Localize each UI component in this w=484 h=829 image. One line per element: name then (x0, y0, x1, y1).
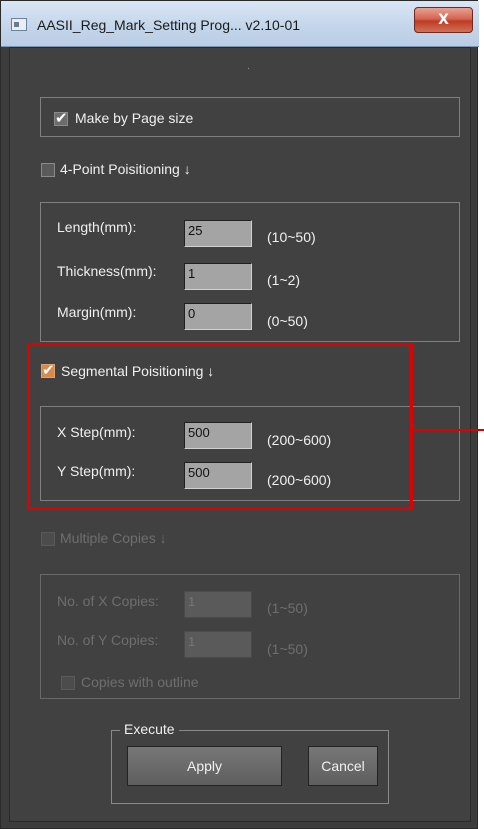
window-title: AASII_Reg_Mark_Setting Prog... v2.10-01 (37, 17, 301, 33)
execute-legend: Execute (120, 721, 179, 737)
length-input[interactable]: 25 (184, 220, 252, 247)
y-copies-range: (1~50) (267, 641, 308, 657)
x-copies-range: (1~50) (267, 600, 308, 616)
thickness-input[interactable]: 1 (184, 263, 252, 290)
callout-line (413, 429, 484, 431)
y-copies-input[interactable]: 1 (184, 631, 252, 658)
four-point-group: Length(mm): 25 (10~50) Thickness(mm): 1 … (40, 202, 460, 342)
cancel-button[interactable]: Cancel (308, 746, 378, 786)
copies-outline-checkbox[interactable] (61, 676, 75, 690)
multiple-copies-checkbox[interactable] (41, 532, 55, 546)
thickness-label: Thickness(mm): (57, 263, 157, 279)
highlight-box (27, 343, 413, 510)
four-point-checkbox[interactable] (41, 163, 55, 177)
margin-input[interactable]: 0 (184, 303, 252, 330)
make-by-page-label: Make by Page size (75, 110, 194, 126)
title-bar[interactable]: AASII_Reg_Mark_Setting Prog... v2.10-01 … (1, 1, 479, 47)
margin-label: Margin(mm): (57, 304, 137, 320)
thickness-range: (1~2) (267, 272, 301, 288)
length-label: Length(mm): (57, 219, 137, 235)
dot-marker: . (247, 60, 251, 72)
make-by-page-group: Make by Page size (40, 97, 460, 137)
y-copies-label: No. of Y Copies: (57, 632, 159, 648)
copies-outline-label: Copies with outline (81, 674, 199, 690)
four-point-label: 4-Point Poisitioning ↓ (60, 161, 191, 177)
make-by-page-checkbox[interactable] (54, 109, 68, 127)
x-copies-label: No. of X Copies: (57, 593, 159, 609)
length-range: (10~50) (267, 229, 316, 245)
close-button[interactable]: X (414, 7, 473, 33)
apply-button[interactable]: Apply (127, 746, 282, 786)
app-icon (11, 18, 27, 31)
execute-group: Execute Apply Cancel (111, 721, 389, 804)
x-copies-input[interactable]: 1 (184, 591, 252, 618)
app-window: AASII_Reg_Mark_Setting Prog... v2.10-01 … (0, 0, 484, 829)
multiple-copies-label: Multiple Copies ↓ (60, 530, 167, 546)
margin-range: (0~50) (267, 313, 308, 329)
multiple-copies-group: No. of X Copies: 1 (1~50) No. of Y Copie… (40, 574, 460, 699)
